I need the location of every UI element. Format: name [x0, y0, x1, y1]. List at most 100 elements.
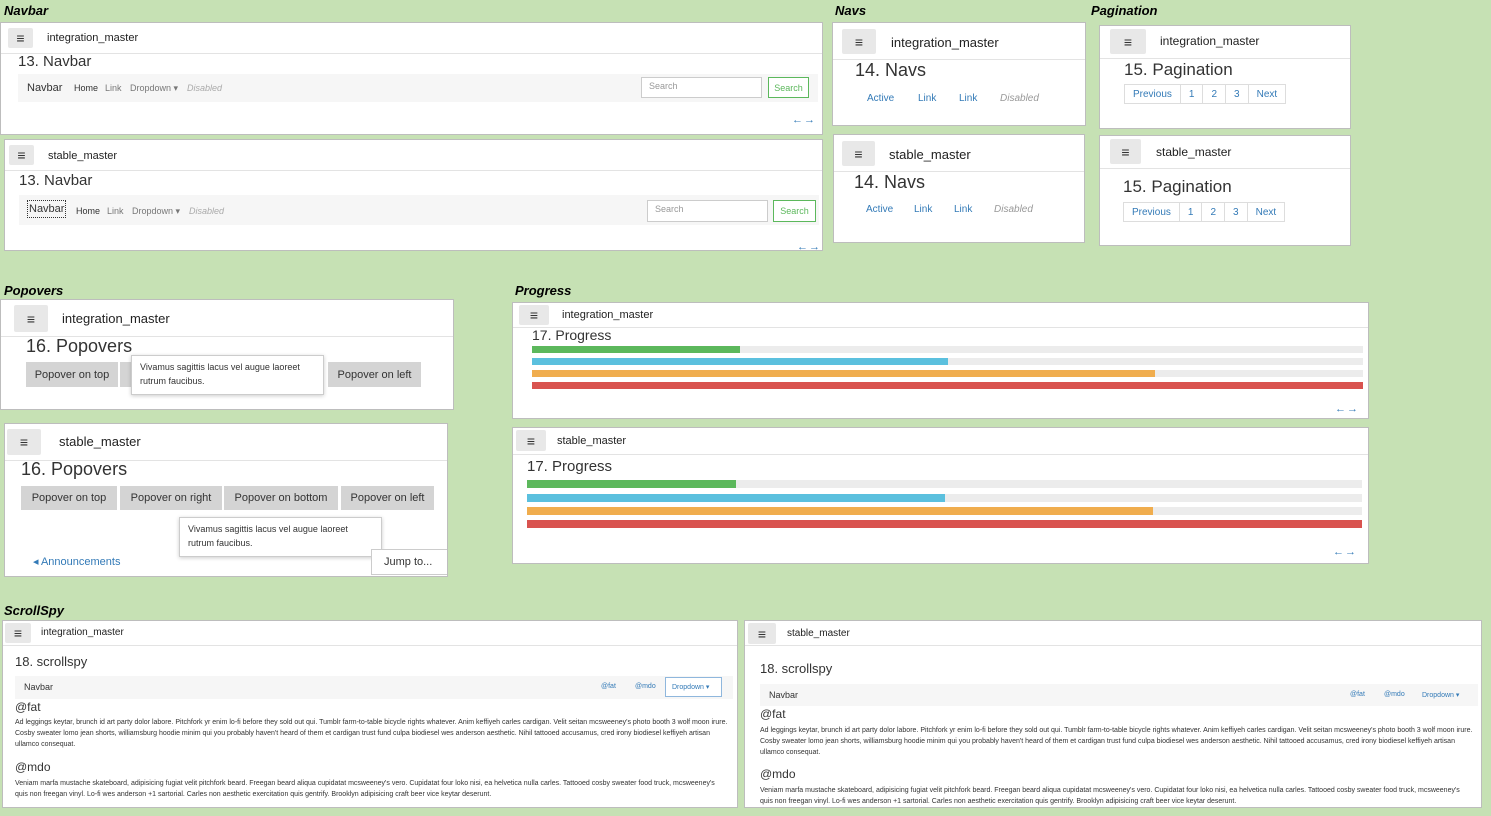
- section-label-popovers: Popovers: [4, 283, 64, 298]
- branch-name: integration_master: [1160, 34, 1260, 48]
- panel-header: ≡ stable_master: [513, 428, 1368, 455]
- page-next[interactable]: Next: [1247, 84, 1287, 104]
- nav-dropdown[interactable]: Dropdown ▾: [1422, 691, 1459, 699]
- page-previous[interactable]: Previous: [1123, 202, 1180, 222]
- menu-icon[interactable]: ≡: [748, 623, 776, 644]
- branch-name: stable_master: [59, 434, 141, 449]
- nav-link-fat[interactable]: @fat: [1350, 691, 1365, 698]
- nav-active[interactable]: Active: [867, 93, 894, 104]
- branch-name: stable_master: [1156, 145, 1232, 159]
- nav-disabled: Disabled: [994, 204, 1033, 215]
- nav-link-mdo[interactable]: @mdo: [1384, 691, 1405, 698]
- nav-link-1[interactable]: Link: [918, 93, 936, 104]
- menu-icon[interactable]: ≡: [7, 429, 41, 455]
- page-title: 17. Progress: [527, 458, 613, 475]
- progress-bar: [527, 480, 1362, 488]
- page-title: 14. Navs: [855, 60, 927, 80]
- heading-mdo: @mdo: [760, 767, 796, 781]
- menu-icon[interactable]: ≡: [9, 145, 34, 165]
- menu-icon[interactable]: ≡: [1110, 139, 1141, 164]
- arrows-icon[interactable]: ←→: [797, 241, 821, 250]
- progress-bar: [527, 494, 1362, 502]
- popover-top-button[interactable]: Popover on top: [21, 486, 117, 510]
- section-label-scrollspy: ScrollSpy: [4, 603, 64, 618]
- nav-dropdown[interactable]: Dropdown ▾: [130, 83, 178, 94]
- nav-link-disabled: Disabled: [189, 206, 225, 216]
- arrows-icon[interactable]: ←→: [1333, 546, 1357, 558]
- nav-dropdown[interactable]: Dropdown ▾: [132, 206, 180, 217]
- search-button[interactable]: Search: [768, 77, 809, 98]
- branch-name: integration_master: [47, 32, 139, 44]
- popover-left-button[interactable]: Popover on left: [328, 362, 421, 387]
- navbar-brand[interactable]: Navbar: [769, 690, 798, 700]
- menu-icon[interactable]: ≡: [516, 430, 546, 451]
- page-1[interactable]: 1: [1179, 84, 1204, 104]
- menu-icon[interactable]: ≡: [519, 305, 549, 325]
- page-previous[interactable]: Previous: [1124, 84, 1181, 104]
- progress-fill: [527, 494, 945, 502]
- nav-link-home[interactable]: Home: [76, 206, 100, 216]
- panel-header: ≡ stable_master: [1100, 136, 1350, 169]
- nav-link-2[interactable]: Link: [959, 93, 977, 104]
- progress-bar: [527, 507, 1362, 515]
- menu-icon[interactable]: ≡: [842, 29, 876, 54]
- nav-link-mdo[interactable]: @mdo: [635, 683, 656, 690]
- jump-to-select[interactable]: Jump to...: [371, 549, 447, 575]
- nav-link-2[interactable]: Link: [954, 204, 972, 215]
- nav-active[interactable]: Active: [866, 204, 893, 215]
- page-title: 18. scrollspy: [760, 661, 833, 676]
- progress-fill: [527, 507, 1154, 515]
- branch-name: integration_master: [41, 627, 124, 638]
- page-3[interactable]: 3: [1224, 202, 1248, 222]
- nav-link-1[interactable]: Link: [914, 204, 932, 215]
- navbar-brand[interactable]: Navbar: [27, 200, 67, 218]
- arrows-icon[interactable]: ←→: [792, 114, 816, 126]
- popovers-panel-stable: ≡ stable_master 16. Popovers Popover on …: [4, 423, 448, 577]
- scrollspy-panel-stable: ≡ stable_master 18. scrollspy Navbar @fa…: [744, 620, 1482, 808]
- demo-navbar: Navbar Home Link Dropdown ▾ Disabled Sea…: [18, 74, 818, 102]
- branch-name: integration_master: [562, 309, 654, 321]
- menu-icon[interactable]: ≡: [14, 305, 48, 332]
- announcements-link[interactable]: ◂ Announcements: [33, 555, 120, 568]
- nav-link-home[interactable]: Home: [74, 83, 98, 93]
- progress-panel-stable: ≡ stable_master 17. Progress ←→: [512, 427, 1369, 564]
- branch-name: stable_master: [48, 150, 118, 162]
- page-2[interactable]: 2: [1201, 202, 1226, 222]
- popover-top-button[interactable]: Popover on top: [26, 362, 118, 387]
- popover-right-button[interactable]: Popover on right: [120, 486, 222, 510]
- nav-link[interactable]: Link: [107, 206, 124, 216]
- search-input[interactable]: Search: [647, 200, 768, 222]
- page-2[interactable]: 2: [1202, 84, 1227, 104]
- navbar-brand[interactable]: Navbar: [27, 82, 62, 94]
- navbar-brand[interactable]: Navbar: [24, 682, 53, 692]
- page-1[interactable]: 1: [1178, 202, 1203, 222]
- arrows-icon[interactable]: ←→: [1335, 403, 1359, 415]
- navs-panel-stable: ≡ stable_master 14. Navs Active Link Lin…: [833, 134, 1085, 243]
- page-3[interactable]: 3: [1225, 84, 1249, 104]
- search-input[interactable]: Search: [641, 77, 762, 98]
- page-next[interactable]: Next: [1246, 202, 1286, 222]
- navbar-panel-stable: ≡ stable_master 13. Navbar Navbar Home L…: [4, 139, 823, 251]
- nav-dropdown[interactable]: Dropdown ▾: [665, 677, 722, 697]
- progress-bar: [527, 520, 1362, 528]
- nav-link[interactable]: Link: [105, 83, 122, 93]
- menu-icon[interactable]: ≡: [8, 28, 33, 48]
- progress-fill: [532, 346, 740, 353]
- demo-navbar: Navbar Home Link Dropdown ▾ Disabled Sea…: [19, 195, 819, 225]
- progress-bar: [532, 346, 1363, 353]
- page-title: 13. Navbar: [19, 172, 93, 189]
- heading-fat: @fat: [15, 700, 41, 714]
- popover-bottom-button[interactable]: Popover on bottom: [224, 486, 338, 510]
- nav-link-fat[interactable]: @fat: [601, 683, 616, 690]
- menu-icon[interactable]: ≡: [842, 141, 875, 166]
- branch-name: integration_master: [891, 35, 999, 50]
- popover-left-button[interactable]: Popover on left: [341, 486, 434, 510]
- panel-header: ≡ stable_master: [5, 140, 822, 171]
- page-title: 18. scrollspy: [15, 654, 88, 669]
- menu-icon[interactable]: ≡: [1110, 29, 1146, 54]
- pagination: Previous 1 2 3 Next: [1123, 202, 1286, 222]
- menu-icon[interactable]: ≡: [5, 623, 31, 643]
- panel-header: ≡ integration_master: [1, 300, 453, 337]
- popover-tooltip: Vivamus sagittis lacus vel augue laoreet…: [131, 355, 324, 395]
- search-button[interactable]: Search: [773, 200, 816, 222]
